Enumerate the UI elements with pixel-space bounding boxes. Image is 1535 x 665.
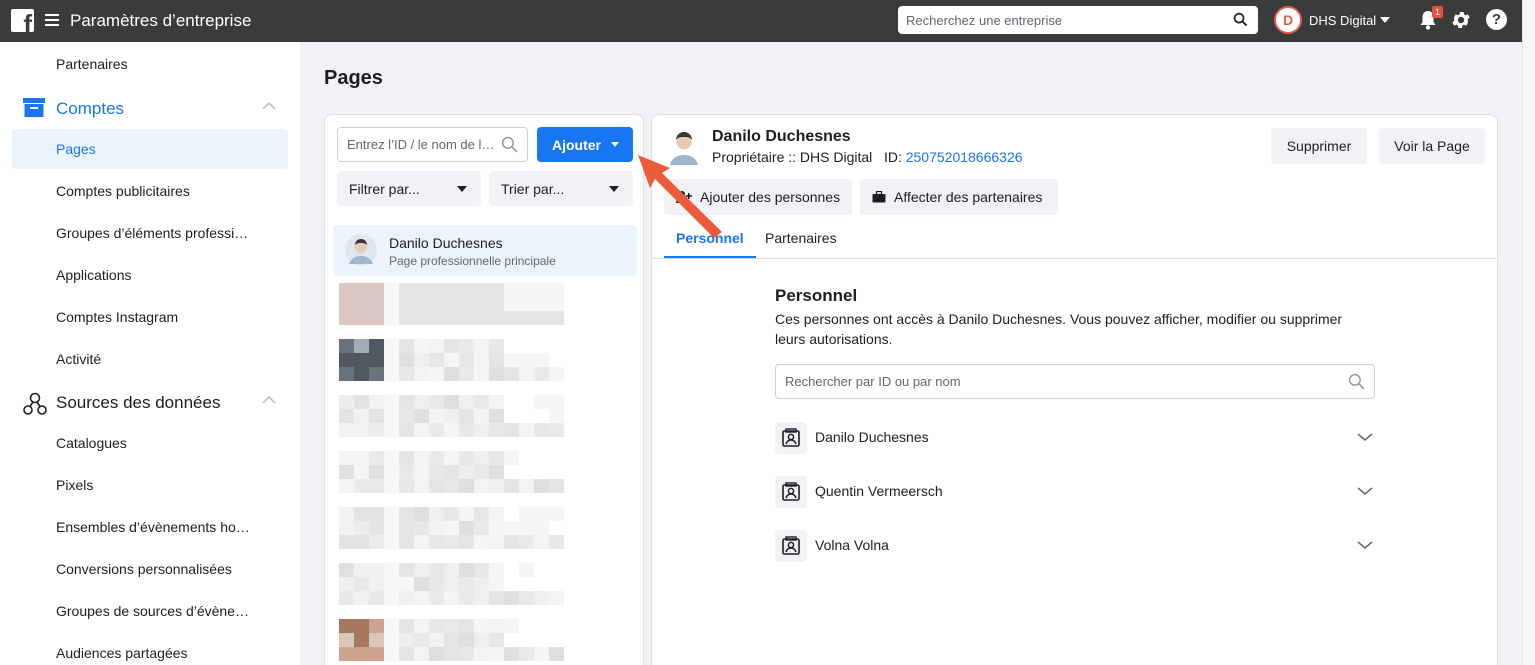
person-row[interactable]: Danilo Duchesnes (775, 422, 1375, 454)
search-icon[interactable] (501, 136, 518, 153)
sidebar: Partenaires Comptes Pages Comptes public… (0, 42, 300, 665)
help-icon[interactable]: ? (1486, 9, 1507, 30)
sidebar-item-business-asset-groups[interactable]: Groupes d’éléments professi… (12, 213, 288, 253)
briefcase-icon (872, 191, 886, 203)
page-name: Danilo Duchesnes (389, 235, 503, 251)
page-search-input[interactable] (338, 128, 493, 161)
list-item (339, 619, 564, 661)
list-item (339, 283, 564, 325)
search-icon[interactable] (1233, 12, 1248, 27)
chevron-down-icon[interactable] (1357, 486, 1373, 496)
add-button-label: Ajouter (552, 136, 601, 153)
id-label: ID: (883, 149, 902, 165)
person-name: Danilo Duchesnes (815, 429, 929, 445)
list-item (339, 451, 564, 493)
pages-list-panel: Ajouter Filtrer par... Trier par... Dani… (324, 114, 644, 665)
business-initial: D (1282, 12, 1294, 28)
add-button[interactable]: Ajouter (537, 127, 633, 162)
tab-partenaires[interactable]: Partenaires (753, 225, 849, 259)
sidebar-section-label: Sources des données (56, 393, 221, 412)
list-item (339, 507, 564, 549)
search-icon[interactable] (1348, 373, 1365, 390)
filter-dropdown[interactable]: Filtrer par... (337, 171, 481, 206)
sort-dropdown[interactable]: Trier par... (489, 171, 633, 206)
person-name: Quentin Vermeersch (815, 483, 943, 499)
person-row[interactable]: Quentin Vermeersch (775, 476, 1375, 508)
sidebar-item-custom-conversions[interactable]: Conversions personnalisées (12, 549, 288, 589)
page-meta: Propriétaire :: DHS Digital ID: 25075201… (712, 149, 1023, 165)
sidebar-item-instagram-accounts[interactable]: Comptes Instagram (12, 297, 288, 337)
owner-text: Propriétaire :: DHS Digital (712, 149, 873, 165)
list-item (339, 563, 564, 605)
sidebar-item-partenaires[interactable]: Partenaires (12, 44, 288, 84)
list-item-selected-page[interactable]: Danilo Duchesnes Page professionnelle pr… (333, 225, 637, 276)
filter-dropdown-label: Filtrer par... (349, 180, 420, 197)
menu-icon[interactable] (45, 14, 59, 26)
add-person-icon (676, 191, 692, 203)
person-card-icon (775, 476, 807, 508)
business-search-input[interactable] (898, 6, 1218, 34)
page-title: Pages (324, 67, 383, 89)
sidebar-item-ad-accounts[interactable]: Comptes publicitaires (12, 171, 288, 211)
gear-icon[interactable] (1450, 9, 1472, 31)
sidebar-item-pixels[interactable]: Pixels (12, 465, 288, 505)
notification-badge: 1 (1432, 6, 1443, 18)
sidebar-item-shared-audiences[interactable]: Audiences partagées (12, 633, 288, 665)
briefcase-icon (23, 98, 45, 117)
sort-dropdown-label: Trier par... (501, 180, 565, 197)
section-description: Ces personnes ont accès à Danilo Duchesn… (775, 311, 1343, 347)
sidebar-item-applications[interactable]: Applications (12, 255, 288, 295)
caret-down-icon (611, 142, 619, 147)
page-details-panel: Danilo Duchesnes Propriétaire :: DHS Dig… (651, 114, 1498, 665)
assign-partners-label: Affecter des partenaires (894, 189, 1043, 205)
chevron-up-icon[interactable] (262, 101, 276, 111)
business-search[interactable] (898, 6, 1258, 34)
chevron-up-icon[interactable] (262, 395, 276, 405)
page-subtitle: Page professionnelle principale (389, 254, 556, 268)
top-bar: f Paramètres d’entreprise D DHS Digital … (0, 0, 1522, 42)
person-card-icon (775, 530, 807, 562)
avatar (345, 234, 377, 266)
scrollbar[interactable] (1522, 0, 1535, 665)
tab-personnel[interactable]: Personnel (664, 225, 756, 259)
sidebar-item-activity[interactable]: Activité (12, 339, 288, 379)
sidebar-section-data-sources[interactable]: Sources des données (12, 387, 288, 419)
chevron-down-icon[interactable] (1380, 17, 1390, 23)
sidebar-section-comptes[interactable]: Comptes (12, 93, 288, 125)
person-card-icon (775, 422, 807, 454)
avatar (666, 125, 702, 165)
people-search-input[interactable] (776, 365, 1336, 398)
sidebar-section-label: Comptes (56, 99, 125, 118)
sidebar-item-catalogues[interactable]: Catalogues (12, 423, 288, 463)
person-row[interactable]: Volna Volna (775, 530, 1375, 562)
caret-down-icon (609, 186, 619, 192)
app-title: Paramètres d’entreprise (70, 11, 252, 30)
list-item (339, 339, 564, 381)
section-title: Personnel (775, 286, 858, 305)
divider (652, 258, 1497, 259)
caret-down-icon (457, 186, 467, 192)
chevron-down-icon[interactable] (1357, 540, 1373, 550)
add-people-button[interactable]: Ajouter des personnes (664, 179, 852, 215)
chevron-down-icon[interactable] (1357, 432, 1373, 442)
sidebar-item-offline-event-sets[interactable]: Ensembles d’évènements ho… (12, 507, 288, 547)
page-search[interactable] (337, 127, 528, 162)
list-item (339, 395, 564, 437)
sidebar-item-event-source-groups[interactable]: Groupes de sources d’évène… (12, 591, 288, 631)
people-search[interactable] (775, 364, 1375, 399)
business-avatar[interactable]: D (1274, 6, 1302, 34)
view-page-button[interactable]: Voir la Page (1379, 128, 1485, 164)
data-sources-icon (23, 392, 47, 415)
facebook-logo-icon[interactable]: f (11, 9, 34, 32)
person-name: Volna Volna (815, 537, 889, 553)
add-people-label: Ajouter des personnes (700, 189, 841, 205)
page-owner-name: Danilo Duchesnes (712, 128, 851, 145)
page-id-link[interactable]: 250752018666326 (906, 149, 1023, 165)
business-name[interactable]: DHS Digital (1309, 13, 1376, 28)
assign-partners-button[interactable]: Affecter des partenaires (860, 179, 1058, 215)
delete-button[interactable]: Supprimer (1271, 128, 1367, 164)
sidebar-item-pages[interactable]: Pages (12, 129, 288, 169)
